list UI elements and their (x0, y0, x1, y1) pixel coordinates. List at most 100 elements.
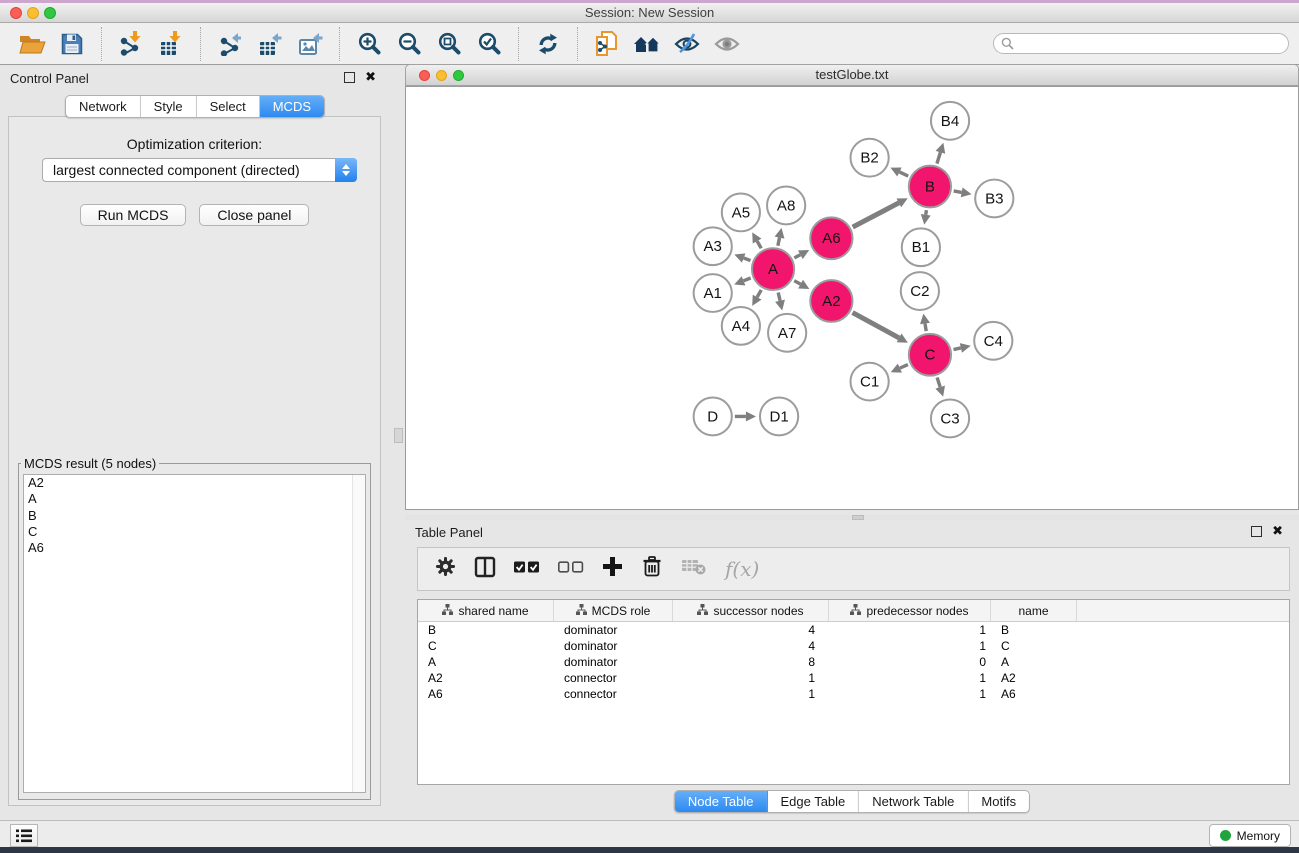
edge-A-A7[interactable] (778, 292, 780, 300)
column-header-name[interactable]: name (991, 600, 1077, 621)
column-header-MCDS-role[interactable]: MCDS role (554, 600, 673, 621)
edge-C-C1[interactable] (900, 365, 908, 369)
zoom-selected-button[interactable] (471, 26, 507, 62)
table-cell[interactable]: 1 (829, 623, 991, 637)
table-cell[interactable]: A6 (418, 687, 554, 701)
export-table-button[interactable] (252, 26, 288, 62)
show-column-button[interactable] (474, 556, 496, 583)
new-network-from-selection-button[interactable] (589, 26, 625, 62)
mcds-result-list[interactable]: A2ABCA6 (23, 474, 366, 793)
network-canvas[interactable]: B4B2BB3A5A8A6B1A3AA1C2A2A4A7C4CC1C3DD1 (405, 86, 1299, 510)
scrollbar-track[interactable] (352, 475, 365, 792)
table-row[interactable]: Adominator80A (418, 654, 1289, 670)
run-mcds-button[interactable]: Run MCDS (80, 204, 187, 226)
table-cell[interactable]: 1 (673, 687, 829, 701)
table-cell[interactable]: C (991, 639, 1077, 653)
table-cell[interactable]: B (418, 623, 554, 637)
edge-C-C3[interactable] (937, 378, 940, 388)
table-cell[interactable]: A (991, 655, 1077, 669)
table-cell[interactable]: B (991, 623, 1077, 637)
deselect-all-button[interactable] (558, 560, 584, 578)
network-maximize-button[interactable] (453, 70, 464, 81)
table-settings-button[interactable] (435, 556, 456, 582)
node-C1[interactable]: C1 (850, 363, 888, 401)
edge-B-B3[interactable] (954, 191, 962, 192)
mcds-result-item[interactable]: A (24, 491, 365, 507)
table-row[interactable]: A2connector11A2 (418, 670, 1289, 686)
table-cell[interactable]: 4 (673, 639, 829, 653)
hide-panels-button[interactable] (669, 26, 705, 62)
edge-C-C4[interactable] (953, 348, 960, 350)
mcds-result-item[interactable]: C (24, 524, 365, 540)
minimize-window-button[interactable] (27, 7, 39, 19)
criterion-select[interactable]: largest connected component (directed) (42, 158, 357, 182)
column-header-shared-name[interactable]: shared name (418, 600, 554, 621)
node-A7[interactable]: A7 (768, 314, 806, 352)
tab-edge-table[interactable]: Edge Table (767, 791, 859, 812)
table-cell[interactable]: dominator (554, 655, 673, 669)
close-panel-button[interactable]: Close panel (199, 204, 309, 226)
node-A2[interactable]: A2 (810, 280, 852, 322)
node-C3[interactable]: C3 (931, 400, 969, 438)
mcds-result-item[interactable]: B (24, 508, 365, 524)
table-row[interactable]: Cdominator41C (418, 638, 1289, 654)
edge-A-A1[interactable] (744, 278, 751, 281)
save-session-button[interactable] (54, 26, 90, 62)
zoom-in-button[interactable] (351, 26, 387, 62)
table-cell[interactable]: A2 (991, 671, 1077, 685)
float-panel-icon[interactable] (344, 72, 355, 83)
tab-node-table[interactable]: Node Table (675, 791, 768, 812)
node-B2[interactable]: B2 (850, 139, 888, 177)
edge-A-A4[interactable] (757, 290, 761, 297)
maximize-window-button[interactable] (44, 7, 56, 19)
column-header-predecessor-nodes[interactable]: predecessor nodes (829, 600, 991, 621)
tab-style[interactable]: Style (141, 96, 197, 117)
table-cell[interactable]: 4 (673, 623, 829, 637)
table-cell[interactable]: C (418, 639, 554, 653)
edge-A-A6[interactable] (794, 255, 800, 258)
node-B1[interactable]: B1 (902, 228, 940, 266)
table-cell[interactable]: dominator (554, 639, 673, 653)
zoom-out-button[interactable] (391, 26, 427, 62)
add-column-button[interactable] (602, 556, 623, 582)
table-cell[interactable]: dominator (554, 623, 673, 637)
memory-button[interactable]: Memory (1209, 824, 1291, 847)
node-B4[interactable]: B4 (931, 102, 969, 140)
node-D[interactable]: D (694, 398, 732, 436)
task-history-button[interactable] (10, 824, 38, 847)
table-cell[interactable]: 0 (829, 655, 991, 669)
select-all-button[interactable] (514, 560, 540, 578)
table-cell[interactable]: 1 (829, 671, 991, 685)
edge-A-A8[interactable] (778, 238, 780, 246)
edge-A6-B[interactable] (853, 203, 899, 227)
home-button[interactable] (629, 26, 665, 62)
delete-column-button[interactable] (641, 555, 663, 583)
close-window-button[interactable] (10, 7, 22, 19)
node-A3[interactable]: A3 (694, 227, 732, 265)
edge-A-A3[interactable] (744, 258, 751, 261)
edge-C-C2[interactable] (925, 323, 926, 331)
node-A4[interactable]: A4 (722, 307, 760, 345)
table-cell[interactable]: 1 (673, 671, 829, 685)
network-close-button[interactable] (419, 70, 430, 81)
edge-B-B1[interactable] (926, 210, 927, 215)
table-cell[interactable]: connector (554, 671, 673, 685)
node-B[interactable]: B (909, 166, 951, 208)
edge-B-B2[interactable] (899, 172, 908, 176)
mcds-result-item[interactable]: A2 (24, 475, 365, 491)
column-header-successor-nodes[interactable]: successor nodes (673, 600, 829, 621)
table-row[interactable]: Bdominator41B (418, 622, 1289, 638)
table-cell[interactable]: connector (554, 687, 673, 701)
node-A6[interactable]: A6 (810, 217, 852, 259)
show-panels-button[interactable] (709, 26, 745, 62)
table-cell[interactable]: 1 (829, 687, 991, 701)
tab-network-table[interactable]: Network Table (859, 791, 968, 812)
node-A8[interactable]: A8 (767, 187, 805, 225)
node-B3[interactable]: B3 (975, 180, 1013, 218)
tab-select[interactable]: Select (197, 96, 260, 117)
open-session-button[interactable] (14, 26, 50, 62)
table-cell[interactable]: A (418, 655, 554, 669)
toolbar-search[interactable] (993, 33, 1289, 54)
export-network-button[interactable] (212, 26, 248, 62)
import-table-button[interactable] (153, 26, 189, 62)
